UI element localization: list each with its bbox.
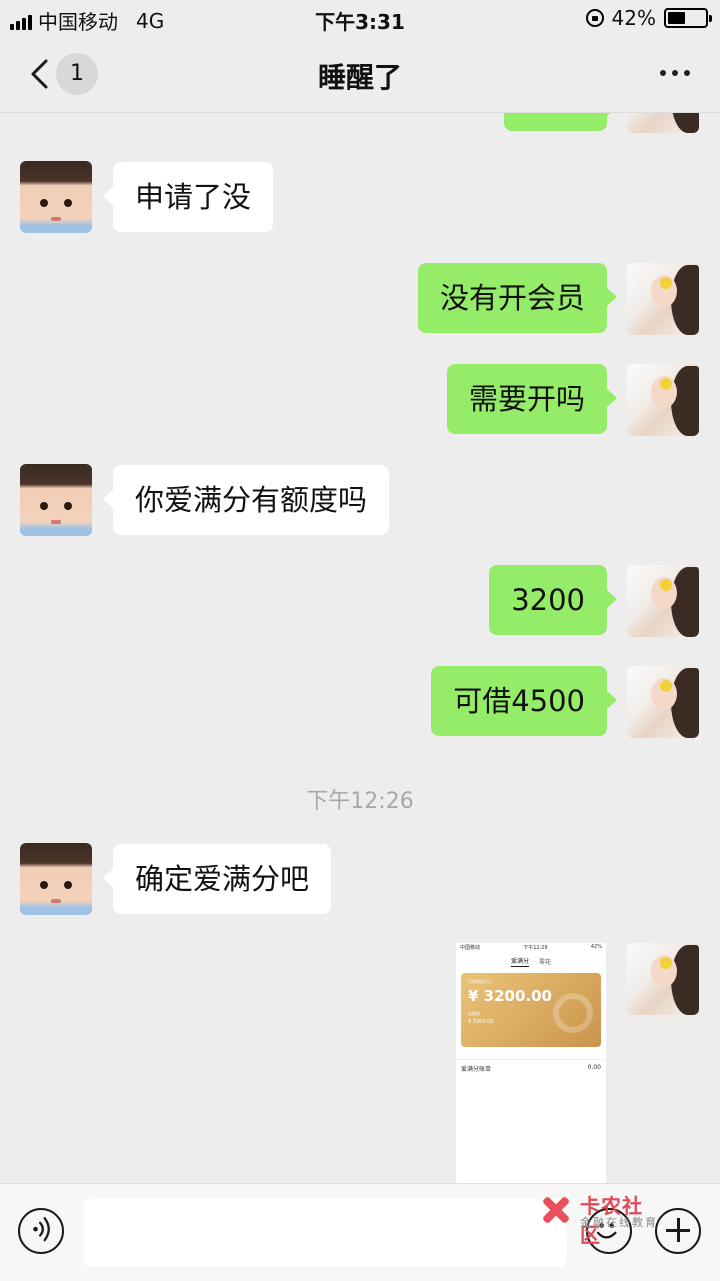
avatar-contact[interactable] xyxy=(20,161,92,233)
avatar-self[interactable] xyxy=(627,113,699,133)
status-bar: 中国移动 4G 下午3:31 42% xyxy=(0,0,720,36)
avatar-self[interactable] xyxy=(627,943,699,1015)
avatar-self[interactable] xyxy=(627,666,699,738)
status-right: 42% xyxy=(585,6,712,30)
chat-title: 睡醒了 xyxy=(317,61,402,94)
input-bar xyxy=(0,1183,720,1281)
unread-count-badge[interactable]: 1 xyxy=(56,53,98,95)
lock-rotation-icon xyxy=(585,9,604,27)
avatar-contact[interactable] xyxy=(20,464,92,536)
message-bubble-outgoing[interactable]: 需要开吗 xyxy=(446,364,618,434)
message-list[interactable]: 申请了没 没有开会员 需要开吗 你爱满分有额度吗 3200 可借4500 下午1… xyxy=(0,113,720,1183)
voice-icon[interactable] xyxy=(18,1208,64,1254)
battery-percent: 42% xyxy=(611,6,656,30)
emoji-icon[interactable] xyxy=(586,1208,632,1254)
image-tab-other: 零花 xyxy=(539,958,552,966)
image-carrier: 中国移动 xyxy=(460,945,481,951)
image-status-bar: 中国移动 下午12:26 42% xyxy=(456,943,606,953)
image-tab-active: 爱满分 xyxy=(510,957,529,967)
avatar-self[interactable] xyxy=(627,364,699,436)
chat-header: 1 睡醒了 xyxy=(0,36,720,113)
image-bill-row: 爱满分账单 0.00 xyxy=(456,1059,606,1073)
message-input[interactable] xyxy=(84,1199,566,1267)
avatar-self[interactable] xyxy=(627,263,699,335)
image-card-sub-amount: ¥ 3200.00 xyxy=(468,1019,494,1025)
image-bill-label: 爱满分账单 xyxy=(461,1066,492,1073)
image-card-sub-label: 总额度 xyxy=(468,1011,480,1016)
message-bubble-partial[interactable] xyxy=(504,113,617,131)
more-dots-icon[interactable] xyxy=(660,70,690,76)
message-bubble-outgoing[interactable]: 没有开会员 xyxy=(417,263,618,333)
message-bubble-outgoing[interactable]: 可借4500 xyxy=(431,666,617,736)
image-bill-value: 0.00 xyxy=(587,1064,601,1071)
image-tabs: 爱满分 零花 xyxy=(456,953,606,969)
avatar-self[interactable] xyxy=(627,565,699,637)
back-chevron-icon[interactable] xyxy=(26,58,54,90)
image-time: 下午12:26 xyxy=(523,945,548,951)
image-card-amount: ¥ 3200.00 xyxy=(468,987,552,1005)
image-battery: 42% xyxy=(590,944,602,950)
plus-icon[interactable] xyxy=(655,1208,701,1254)
message-bubble-incoming[interactable]: 你爱满分有额度吗 xyxy=(102,465,390,535)
battery-icon xyxy=(664,8,712,28)
message-timestamp: 下午12:26 xyxy=(306,789,414,814)
avatar-contact[interactable] xyxy=(20,843,92,915)
image-card-label: 可用额度(元) xyxy=(468,979,492,984)
image-card-logo xyxy=(553,993,593,1033)
image-message[interactable]: 中国移动 下午12:26 42% 爱满分 零花 可用额度(元) ¥ 3200.0… xyxy=(456,943,606,1183)
message-bubble-outgoing[interactable]: 3200 xyxy=(489,565,617,635)
image-credit-card: 可用额度(元) ¥ 3200.00 总额度 ¥ 3200.00 xyxy=(461,973,601,1047)
message-bubble-incoming[interactable]: 确定爱满分吧 xyxy=(102,844,332,914)
message-bubble-incoming[interactable]: 申请了没 xyxy=(102,162,274,232)
